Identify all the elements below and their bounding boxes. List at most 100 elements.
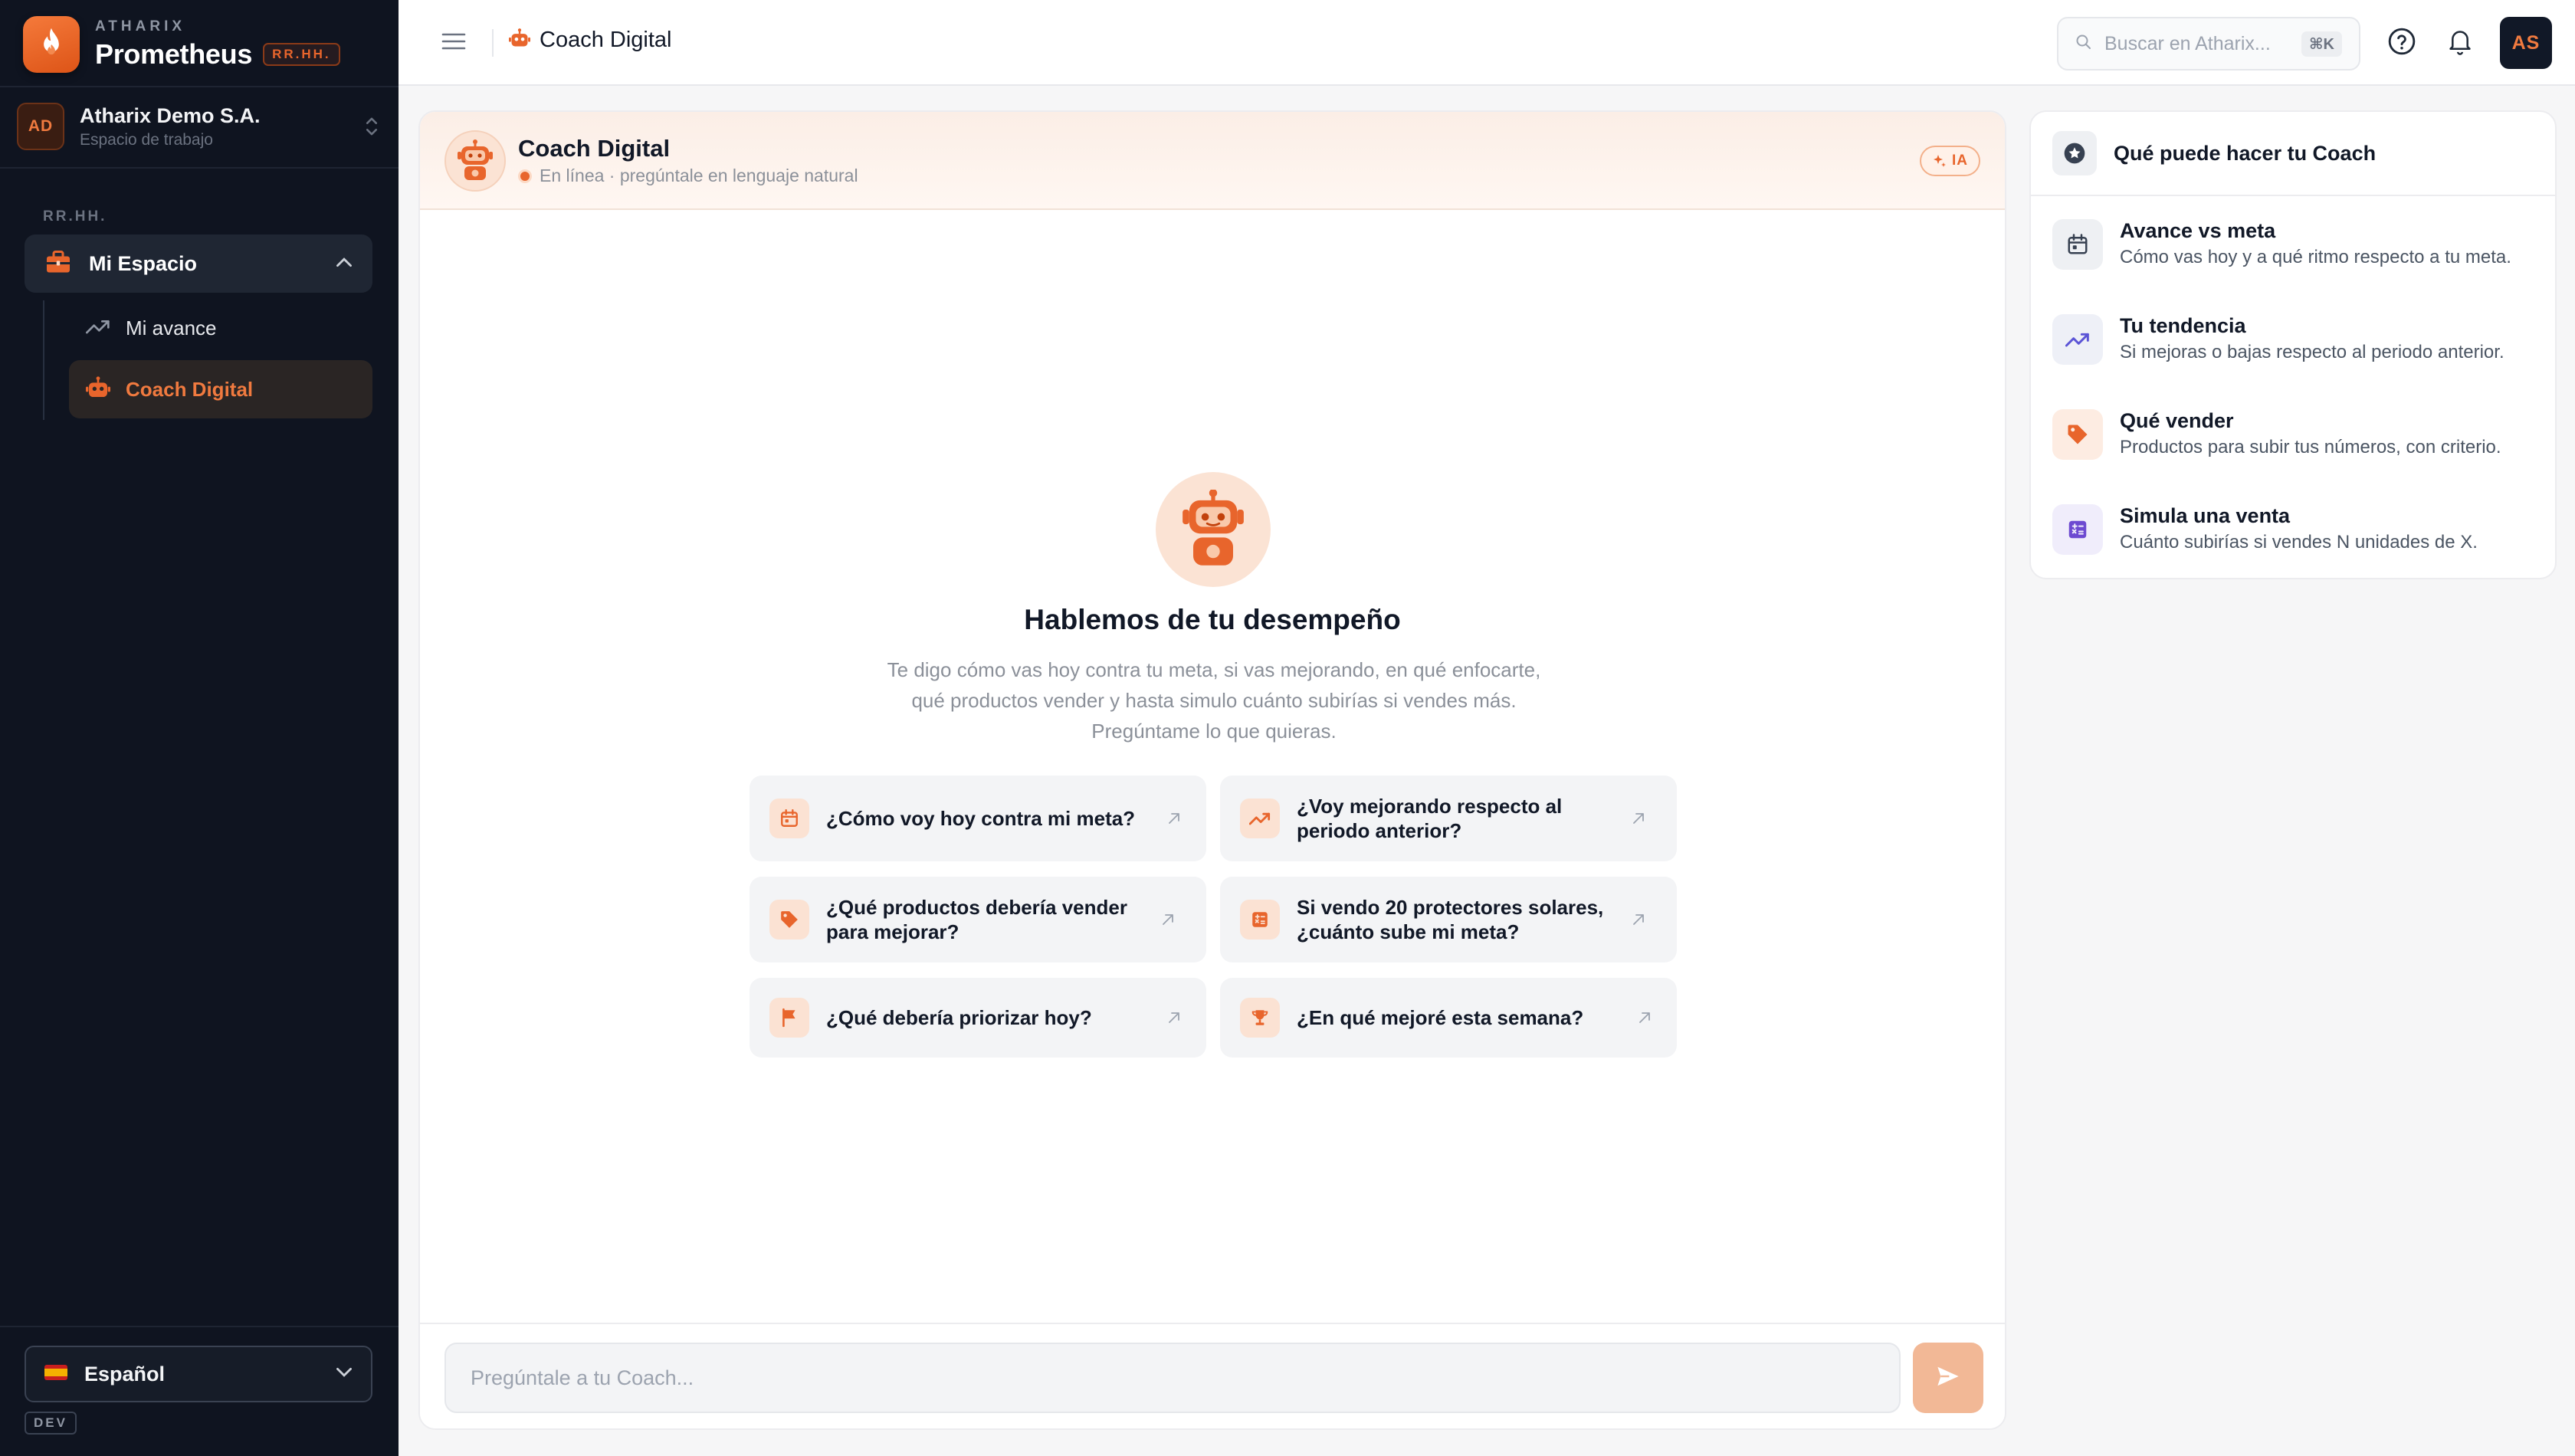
breadcrumb: Coach Digital bbox=[509, 28, 671, 53]
capability-item: Simula una venta Cuánto subirías si vend… bbox=[2052, 504, 2543, 556]
search-placeholder: Buscar en Atharix... bbox=[2104, 32, 2271, 54]
tag-icon bbox=[2052, 409, 2103, 460]
suggestion-text: ¿En qué mejoré esta semana? bbox=[1297, 1006, 1584, 1029]
welcome-subtitle: Te digo cómo vas hoy contra tu meta, si … bbox=[831, 654, 1597, 746]
sidebar-item-coach-digital[interactable]: Coach Digital bbox=[69, 360, 372, 418]
suggestion-text: ¿Qué productos debería vender para mejor… bbox=[826, 896, 1127, 943]
star-icon bbox=[2052, 131, 2097, 175]
brand-kicker: ATHARIX bbox=[95, 18, 186, 34]
ai-badge-label: IA bbox=[1952, 152, 1968, 169]
brand-name: Prometheus bbox=[95, 38, 253, 70]
suggestion-text: ¿Voy mejorando respecto al periodo anter… bbox=[1297, 795, 1563, 842]
capability-desc: Si mejoras o bajas respecto al periodo a… bbox=[2120, 342, 2504, 362]
capability-title: Tu tendencia bbox=[2120, 314, 2246, 337]
trophy-icon bbox=[1240, 998, 1280, 1038]
calculator-icon bbox=[2052, 504, 2103, 555]
coach-hero-avatar bbox=[1156, 472, 1271, 587]
capability-desc: Cómo vas hoy y a qué ritmo respecto a tu… bbox=[2120, 247, 2511, 267]
breadcrumb-current: Coach Digital bbox=[540, 28, 672, 52]
hamburger-icon bbox=[441, 32, 466, 54]
suggestion-text: ¿Cómo voy hoy contra mi meta? bbox=[826, 807, 1136, 830]
suggestion-card[interactable]: ¿Voy mejorando respecto al periodo anter… bbox=[1220, 776, 1677, 861]
workspace-subtitle: Espacio de trabajo bbox=[80, 130, 213, 149]
divider bbox=[0, 1326, 399, 1327]
chevron-up-down-icon bbox=[360, 115, 383, 138]
suggestion-text: Si vendo 20 protectores solares, ¿cuánto… bbox=[1297, 896, 1604, 943]
capabilities-panel: Qué puede hacer tu Coach Avance vs meta … bbox=[2029, 110, 2557, 579]
chat-header: Coach Digital En línea · pregúntale en l… bbox=[420, 112, 2005, 210]
welcome-title: Hablemos de tu desempeño bbox=[1024, 604, 1401, 635]
env-badge: DEV bbox=[25, 1412, 77, 1435]
arrow-up-right-icon bbox=[1626, 907, 1651, 932]
send-icon bbox=[1935, 1365, 1961, 1392]
online-status-dot bbox=[518, 169, 532, 183]
calculator-icon bbox=[1240, 900, 1280, 940]
chevron-down-icon bbox=[336, 1367, 353, 1382]
help-button[interactable] bbox=[2382, 23, 2422, 63]
trending-up-icon bbox=[86, 318, 110, 339]
suggestion-card[interactable]: ¿Qué debería priorizar hoy? bbox=[750, 978, 1206, 1058]
trending-up-icon bbox=[2052, 314, 2103, 365]
workspace-avatar: AD bbox=[17, 103, 64, 150]
briefcase-icon bbox=[44, 249, 72, 279]
suggestion-card[interactable]: ¿Cómo voy hoy contra mi meta? bbox=[750, 776, 1206, 861]
chat-title: Coach Digital bbox=[518, 135, 671, 162]
capability-title: Avance vs meta bbox=[2120, 219, 2276, 242]
flag-icon bbox=[44, 1364, 67, 1384]
sidebar-item-label: Mi avance bbox=[126, 316, 217, 339]
flame-logo-icon bbox=[23, 16, 80, 73]
sidebar-item-label: Coach Digital bbox=[126, 377, 254, 401]
suggestion-text: ¿Qué debería priorizar hoy? bbox=[826, 1006, 1092, 1029]
welcome-subtitle-line: Te digo cómo vas hoy contra tu meta, si … bbox=[887, 658, 1541, 681]
tag-icon bbox=[769, 900, 809, 940]
chat-composer: Pregúntale a tu Coach... bbox=[420, 1323, 2005, 1428]
user-avatar[interactable]: AS bbox=[2500, 17, 2552, 69]
language-label: Español bbox=[84, 1362, 166, 1385]
sidebar-section-label: RR.HH. bbox=[43, 208, 107, 225]
welcome-subtitle-line: qué productos vender y hasta simulo cuán… bbox=[911, 689, 1517, 712]
calendar-icon bbox=[769, 799, 809, 838]
capability-title: Qué vender bbox=[2120, 409, 2234, 432]
chat-status: En línea · pregúntale en lenguaje natura… bbox=[518, 166, 858, 186]
sidebar-item-mi-avance[interactable]: Mi avance bbox=[69, 299, 372, 357]
suggestion-card[interactable]: ¿Qué productos debería vender para mejor… bbox=[750, 877, 1206, 962]
capabilities-header: Qué puede hacer tu Coach bbox=[2031, 112, 2555, 196]
notifications-button[interactable] bbox=[2440, 23, 2480, 63]
workspace-switcher[interactable]: AD Atharix Demo S.A. Espacio de trabajo bbox=[17, 100, 383, 153]
sidebar-group-mi-espacio[interactable]: Mi Espacio bbox=[25, 234, 372, 293]
arrow-up-right-icon bbox=[1162, 806, 1186, 831]
menu-toggle-button[interactable] bbox=[434, 23, 474, 63]
robot-icon bbox=[86, 375, 110, 403]
send-button[interactable] bbox=[1913, 1343, 1983, 1413]
ai-badge: IA bbox=[1920, 146, 1980, 176]
global-search[interactable]: Buscar en Atharix... ⌘K bbox=[2057, 17, 2360, 71]
flag-icon bbox=[769, 998, 809, 1038]
search-icon bbox=[2075, 34, 2092, 54]
topbar: Coach Digital Buscar en Atharix... ⌘K AS bbox=[399, 0, 2575, 86]
tree-line bbox=[43, 300, 44, 420]
module-badge: RR.HH. bbox=[263, 43, 340, 66]
chevron-up-icon bbox=[336, 257, 353, 271]
sidebar: ATHARIX Prometheus RR.HH. AD Atharix Dem… bbox=[0, 0, 399, 1456]
workspace-name: Atharix Demo S.A. bbox=[80, 103, 261, 127]
arrow-up-right-icon bbox=[1162, 1005, 1186, 1030]
keyboard-shortcut: ⌘K bbox=[2301, 31, 2342, 57]
robot-icon bbox=[458, 139, 493, 180]
welcome-subtitle-line: Pregúntame lo que quieras. bbox=[1091, 720, 1337, 743]
help-icon bbox=[2387, 27, 2416, 60]
chat-input[interactable]: Pregúntale a tu Coach... bbox=[444, 1343, 1901, 1413]
robot-icon bbox=[1183, 490, 1244, 566]
chat-panel: Coach Digital En línea · pregúntale en l… bbox=[418, 110, 2006, 1430]
bell-icon bbox=[2447, 28, 2473, 59]
suggestion-card[interactable]: ¿En qué mejoré esta semana? bbox=[1220, 978, 1677, 1058]
trending-up-icon bbox=[1240, 799, 1280, 838]
suggestion-card[interactable]: Si vendo 20 protectores solares, ¿cuánto… bbox=[1220, 877, 1677, 962]
capabilities-title: Qué puede hacer tu Coach bbox=[2114, 141, 2377, 165]
sparkles-icon bbox=[1932, 153, 1947, 169]
divider bbox=[0, 167, 399, 169]
brand[interactable]: ATHARIX Prometheus RR.HH. bbox=[23, 15, 340, 74]
capability-title: Simula una venta bbox=[2120, 504, 2291, 527]
language-select[interactable]: Español bbox=[25, 1346, 372, 1402]
sidebar-group-label: Mi Espacio bbox=[89, 251, 198, 275]
arrow-up-right-icon bbox=[1626, 806, 1651, 831]
